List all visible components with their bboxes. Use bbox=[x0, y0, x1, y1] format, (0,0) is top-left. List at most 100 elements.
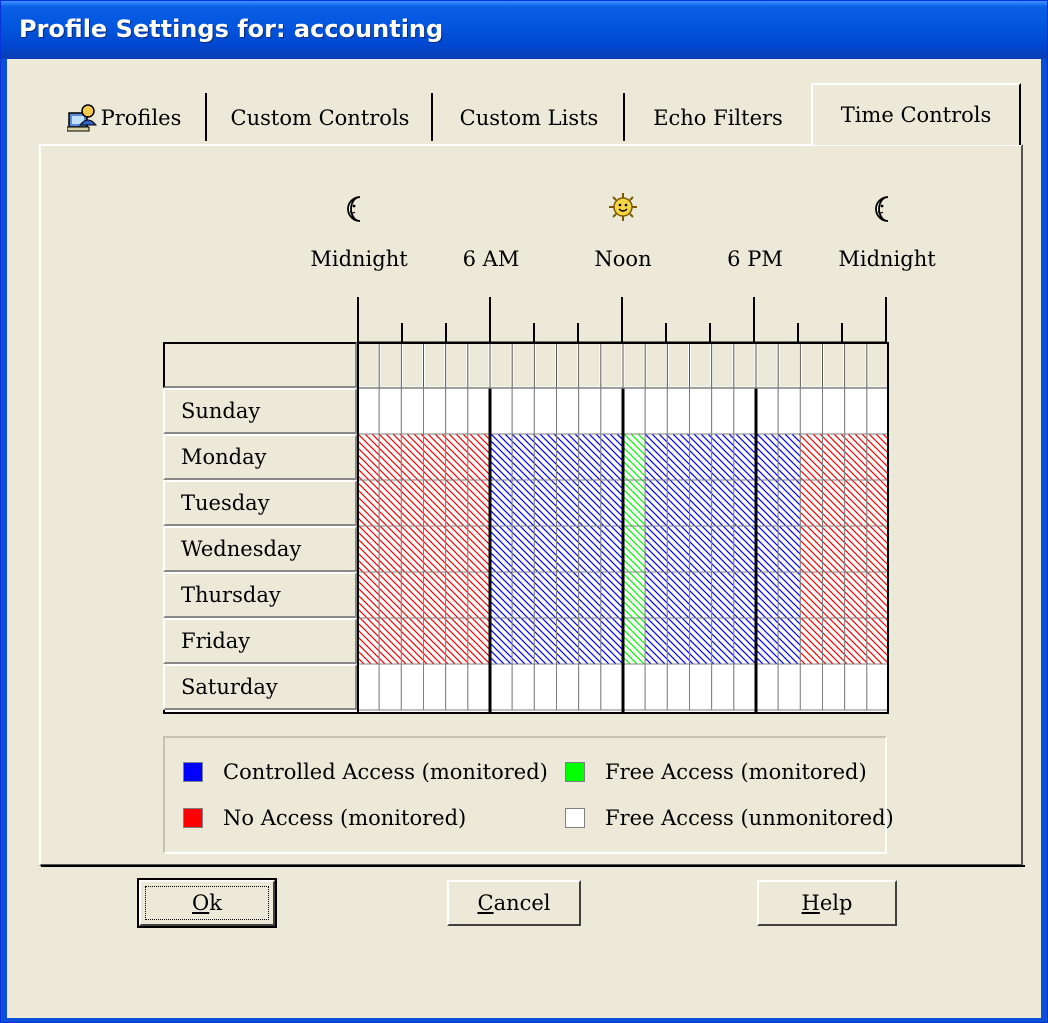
tab-custom-lists[interactable]: Custom Lists bbox=[433, 91, 625, 145]
time-slot-cell bbox=[400, 387, 424, 435]
panel-shadow bbox=[41, 865, 1025, 867]
time-slot-cell bbox=[489, 433, 513, 481]
time-slot-cell bbox=[423, 525, 447, 573]
time-slot-cell bbox=[533, 663, 557, 711]
time-slot-cell bbox=[755, 525, 779, 573]
time-slot-cell bbox=[600, 663, 624, 711]
schedule-cells[interactable] bbox=[357, 342, 889, 714]
time-slot-cell bbox=[600, 479, 624, 527]
time-slot-cell bbox=[578, 571, 602, 619]
time-slot-cell bbox=[644, 433, 668, 481]
time-slot-cell bbox=[533, 571, 557, 619]
day-label-friday: Friday bbox=[163, 618, 357, 664]
time-slot-cell bbox=[777, 663, 801, 711]
time-slot-cell bbox=[866, 617, 889, 665]
ok-button[interactable]: Ok bbox=[137, 878, 277, 928]
time-slot-cell bbox=[600, 433, 624, 481]
time-slot-cell bbox=[400, 571, 424, 619]
window-border-left bbox=[1, 59, 7, 1022]
sun-icon bbox=[609, 193, 637, 221]
time-slot-cell bbox=[844, 479, 868, 527]
time-slot-cell bbox=[799, 433, 824, 481]
moon-icon bbox=[875, 196, 889, 222]
time-label-6am: 6 AM bbox=[462, 247, 520, 271]
time-slot-cell bbox=[733, 433, 757, 481]
time-slot-cell bbox=[622, 433, 646, 481]
time-slot-cell bbox=[556, 617, 580, 665]
tab-profiles[interactable]: Profiles bbox=[41, 91, 207, 145]
time-slot-cell bbox=[511, 387, 535, 435]
time-slot-cell bbox=[711, 387, 735, 435]
time-slot-cell bbox=[489, 617, 513, 665]
time-slot-cell bbox=[467, 617, 491, 665]
time-slot-cell bbox=[445, 525, 469, 573]
time-slot-cell bbox=[666, 433, 691, 481]
time-slot-cell bbox=[755, 617, 779, 665]
time-slot-cell bbox=[822, 617, 846, 665]
title-bar[interactable]: Profile Settings for: accounting bbox=[1, 1, 1047, 59]
time-slot-cell bbox=[556, 387, 580, 435]
time-slot-cell bbox=[866, 571, 889, 619]
time-slot-cell bbox=[799, 479, 824, 527]
time-slot-cell bbox=[755, 387, 779, 435]
time-slot-cell bbox=[578, 479, 602, 527]
legend-controlled: Controlled Access (monitored) bbox=[183, 760, 548, 784]
window-border-bottom bbox=[1, 1018, 1047, 1022]
time-slot-cell bbox=[622, 387, 646, 435]
time-slot-cell bbox=[711, 571, 735, 619]
focus-rectangle bbox=[145, 886, 269, 920]
time-slot-cell bbox=[578, 525, 602, 573]
legend-swatch-no-access bbox=[183, 808, 203, 828]
tab-echo-filters[interactable]: Echo Filters bbox=[625, 91, 811, 145]
profiles-icon bbox=[66, 104, 97, 132]
time-slot-cell bbox=[777, 433, 801, 481]
time-slot-cell bbox=[844, 525, 868, 573]
time-slot-cell bbox=[357, 617, 380, 665]
time-slot-cell bbox=[357, 387, 380, 435]
help-button[interactable]: Help bbox=[757, 880, 897, 926]
time-slot-cell bbox=[666, 479, 691, 527]
time-label-midnight-end: Midnight bbox=[838, 247, 936, 271]
time-slot-cell bbox=[689, 663, 713, 711]
time-slot-cell bbox=[378, 571, 402, 619]
time-slot-cell bbox=[777, 387, 801, 435]
legend-label: No Access (monitored) bbox=[223, 806, 467, 830]
button-label: Help bbox=[801, 891, 853, 915]
moon-icon bbox=[347, 196, 361, 222]
time-slot-cell bbox=[777, 617, 801, 665]
time-slot-cell bbox=[467, 525, 491, 573]
cancel-button[interactable]: Cancel bbox=[447, 880, 581, 926]
legend-box: Controlled Access (monitored) Free Acces… bbox=[163, 736, 894, 854]
time-slot-cell bbox=[600, 525, 624, 573]
tab-time-controls[interactable]: Time Controls bbox=[811, 83, 1021, 145]
time-slot-cell bbox=[799, 387, 824, 435]
day-label-tuesday: Tuesday bbox=[163, 480, 357, 526]
time-slot-cell bbox=[799, 617, 824, 665]
legend-swatch-controlled bbox=[183, 762, 203, 782]
legend-swatch-free-monitored bbox=[565, 762, 585, 782]
time-slot-cell bbox=[511, 433, 535, 481]
legend-free-monitored: Free Access (monitored) bbox=[565, 760, 867, 784]
time-slot-cell bbox=[533, 479, 557, 527]
time-slot-cell bbox=[511, 663, 535, 711]
time-slot-cell bbox=[711, 525, 735, 573]
legend-no-access: No Access (monitored) bbox=[183, 806, 466, 830]
time-slot-cell bbox=[822, 479, 846, 527]
tab-custom-controls[interactable]: Custom Controls bbox=[207, 91, 433, 145]
time-slot-cell bbox=[666, 525, 691, 573]
tab-label: Custom Lists bbox=[459, 106, 599, 130]
time-slot-cell bbox=[378, 387, 402, 435]
day-label-sunday: Sunday bbox=[163, 388, 357, 434]
time-slot-cell bbox=[533, 617, 557, 665]
time-slot-cell bbox=[578, 387, 602, 435]
time-slot-cell bbox=[445, 663, 469, 711]
time-slot-cell bbox=[733, 663, 757, 711]
time-slot-cell bbox=[777, 525, 801, 573]
time-slot-cell bbox=[733, 525, 757, 573]
time-slot-cell bbox=[733, 479, 757, 527]
time-slot-cell bbox=[844, 571, 868, 619]
time-slot-cell bbox=[689, 617, 713, 665]
time-slot-cell bbox=[866, 433, 889, 481]
time-slot-cell bbox=[378, 433, 402, 481]
time-slot-cell bbox=[378, 617, 402, 665]
